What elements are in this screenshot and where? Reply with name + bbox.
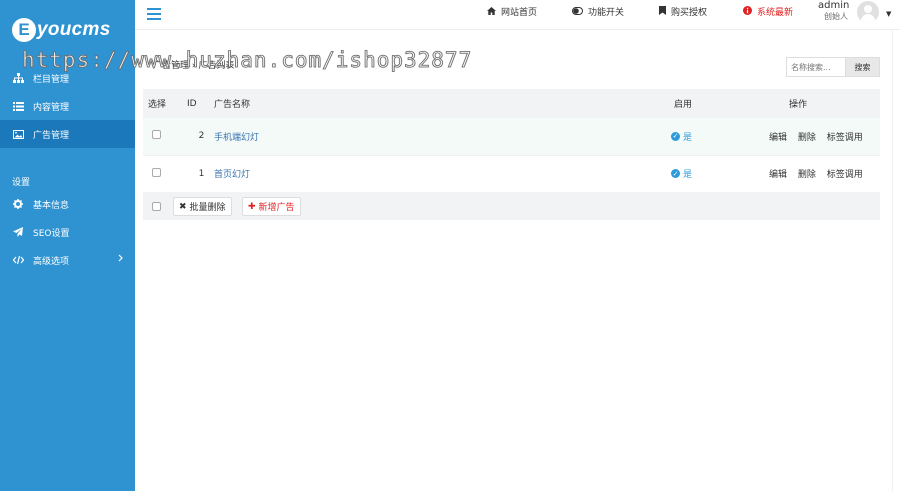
logo-mark: E [12, 18, 36, 42]
topbar-license-link[interactable]: 购买授权 [659, 5, 707, 18]
sidebar-item-label: 广告管理 [33, 130, 70, 141]
sidebar-item-label: 内容管理 [33, 102, 70, 113]
home-icon [487, 6, 496, 17]
col-name: 广告名称 [214, 89, 669, 118]
tag-call-button[interactable]: 标签调用 [827, 130, 863, 143]
table-header-row: 选择 ID 广告名称 启用 操作 [143, 89, 880, 118]
check-circle-icon: ✓ [671, 169, 680, 178]
sidebar-item-columns[interactable]: 栏目管理 [0, 64, 135, 92]
status-label: 是 [683, 132, 693, 143]
sidebar-item-label: 基本信息 [33, 200, 70, 211]
ads-table: 选择 ID 广告名称 启用 操作 2 手机端幻灯 ✓是 编辑 删除 标签调用 [143, 89, 880, 193]
sidebar-item-label: 栏目管理 [33, 74, 70, 85]
status-enabled[interactable]: ✓ 是 [671, 130, 692, 143]
hamburger-menu-icon[interactable] [147, 8, 161, 20]
topbar-features-link[interactable]: 功能开关 [572, 5, 624, 18]
sidebar-item-ads[interactable]: 广告管理 [0, 120, 135, 148]
image-icon [12, 128, 24, 140]
plus-icon: ✚ [248, 201, 256, 212]
row-id: 1 [179, 155, 214, 193]
row-name-link[interactable]: 首页幻灯 [214, 170, 250, 180]
topbar-home-link[interactable]: 网站首页 [487, 5, 537, 18]
batch-delete-label: 批量删除 [189, 203, 226, 213]
toggle-icon [572, 6, 583, 17]
paper-plane-icon [12, 226, 24, 238]
topbar-link-label: 网站首页 [501, 8, 538, 18]
topbar: 网站首页 功能开关 购买授权 系统最新 admin 创始人 ▼ [135, 0, 900, 30]
sidebar-item-label: SEO设置 [33, 228, 70, 239]
logo[interactable]: E youcms [12, 18, 111, 42]
row-checkbox[interactable] [152, 130, 161, 140]
add-ad-label: 新增广告 [258, 203, 295, 213]
user-name: admin [818, 0, 850, 11]
table-row: 2 手机端幻灯 ✓ 是 编辑 删除 标签调用 [143, 118, 880, 156]
sidebar-item-seo[interactable]: SEO设置 [0, 218, 135, 246]
chevron-right-icon [118, 254, 123, 265]
col-id: ID [179, 89, 214, 118]
topbar-link-label: 功能开关 [588, 8, 625, 18]
row-checkbox[interactable] [152, 167, 161, 177]
sidebar-nav: 栏目管理 内容管理 广告管理 [0, 64, 135, 148]
sidebar-item-content[interactable]: 内容管理 [0, 92, 135, 120]
sidebar: E youcms 栏目管理 内容管理 广告管理 设置 基本信息 SEO设置 高级… [0, 0, 135, 491]
info-icon [743, 6, 752, 17]
delete-button[interactable]: 删除 [798, 130, 816, 143]
bookmark-icon [659, 6, 666, 17]
close-icon: ✖ [179, 201, 187, 212]
code-icon [12, 254, 24, 266]
tag-call-button[interactable]: 标签调用 [827, 167, 863, 180]
sidebar-item-basic-info[interactable]: 基本信息 [0, 190, 135, 218]
status-enabled[interactable]: ✓ 是 [671, 167, 692, 180]
search-button[interactable]: 搜索 [846, 57, 880, 77]
topbar-link-label: 系统最新 [757, 8, 794, 18]
col-select: 选择 [143, 89, 179, 118]
add-ad-button[interactable]: ✚ 新增广告 [242, 197, 301, 216]
user-role: 创始人 [824, 12, 848, 21]
gear-icon [12, 198, 24, 210]
logo-text: youcms [37, 19, 111, 40]
table-row: 1 首页幻灯 ✓ 是 编辑 删除 标签调用 [143, 155, 880, 193]
row-name-link[interactable]: 手机端幻灯 [214, 133, 259, 143]
list-icon [12, 100, 24, 112]
edit-button[interactable]: 编辑 [769, 130, 787, 143]
col-enabled: 启用 [669, 89, 744, 118]
select-all-checkbox[interactable] [152, 202, 161, 211]
breadcrumb: 广告管理 › 广告列表 [153, 61, 235, 71]
search-box: 搜索 [786, 57, 880, 77]
user-info[interactable]: admin 创始人 [818, 0, 850, 22]
col-actions: 操作 [744, 89, 880, 118]
row-id: 2 [179, 118, 214, 156]
delete-button[interactable]: 删除 [798, 167, 816, 180]
edit-button[interactable]: 编辑 [769, 167, 787, 180]
caret-down-icon[interactable]: ▼ [886, 10, 891, 18]
sitemap-icon [12, 72, 24, 84]
sidebar-settings-nav: 基本信息 SEO设置 高级选项 [0, 190, 135, 274]
topbar-update-link[interactable]: 系统最新 [743, 5, 793, 18]
check-circle-icon: ✓ [671, 131, 680, 141]
status-label: 是 [683, 170, 693, 180]
batch-delete-button[interactable]: ✖ 批量删除 [173, 197, 232, 216]
topbar-link-label: 购买授权 [671, 8, 708, 18]
sidebar-item-label: 高级选项 [33, 256, 70, 267]
sidebar-item-advanced[interactable]: 高级选项 [0, 246, 135, 274]
table-footer: ✖ 批量删除 ✚ 新增广告 [143, 192, 880, 220]
sidebar-section-settings: 设置 [12, 178, 31, 188]
search-input[interactable] [786, 57, 846, 77]
scrollbar[interactable] [892, 30, 900, 491]
avatar[interactable] [857, 1, 879, 23]
